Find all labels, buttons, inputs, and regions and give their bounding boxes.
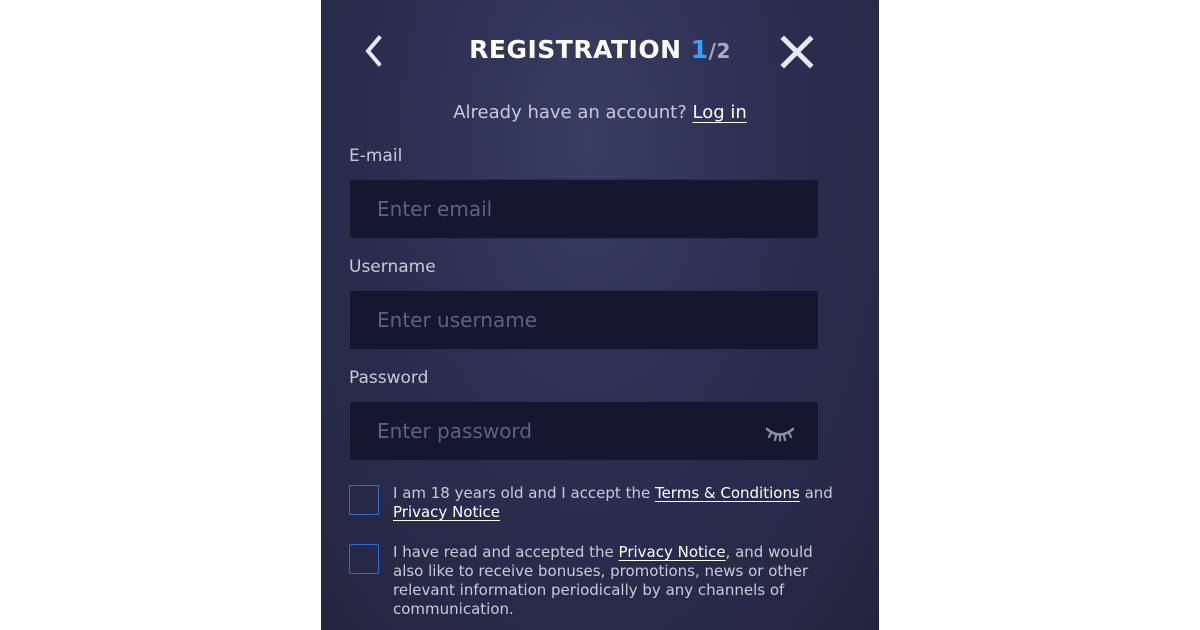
step-current: 1 bbox=[690, 35, 709, 64]
username-field-container bbox=[349, 290, 819, 350]
privacy-notice-link-2[interactable]: Privacy Notice bbox=[619, 543, 726, 561]
registration-modal: REGISTRATION 1/2 Already have an account… bbox=[321, 0, 879, 630]
username-label: Username bbox=[349, 257, 436, 277]
privacy-notice-link[interactable]: Privacy Notice bbox=[393, 503, 500, 521]
password-toggle-button[interactable] bbox=[764, 422, 796, 444]
email-label: E-mail bbox=[349, 146, 403, 166]
close-icon bbox=[780, 35, 814, 69]
age-terms-text-middle: and bbox=[804, 484, 833, 502]
password-label: Password bbox=[349, 368, 429, 388]
login-link[interactable]: Log in bbox=[693, 102, 747, 123]
title-text: REGISTRATION bbox=[469, 35, 682, 64]
page: REGISTRATION 1/2 Already have an account… bbox=[0, 0, 1200, 630]
marketing-consent-checkbox[interactable] bbox=[349, 544, 379, 574]
email-field-container bbox=[349, 179, 819, 239]
modal-header: REGISTRATION 1/2 bbox=[321, 24, 879, 80]
login-prompt-row: Already have an account? Log in bbox=[321, 100, 879, 126]
terms-conditions-link[interactable]: Terms & Conditions bbox=[655, 484, 800, 502]
marketing-text-before: I have read and accepted the bbox=[393, 543, 614, 561]
age-terms-text: I am 18 years old and I accept the Terms… bbox=[393, 484, 833, 522]
marketing-consent-text: I have read and accepted the Privacy Not… bbox=[393, 543, 833, 619]
login-prompt: Already have an account? bbox=[453, 102, 687, 123]
age-terms-text-before: I am 18 years old and I accept the bbox=[393, 484, 651, 502]
password-field-container bbox=[349, 401, 819, 461]
close-button[interactable] bbox=[779, 34, 815, 70]
password-field[interactable] bbox=[350, 402, 818, 460]
eye-closed-icon bbox=[765, 427, 795, 442]
email-field[interactable] bbox=[350, 180, 818, 238]
username-field[interactable] bbox=[350, 291, 818, 349]
age-terms-checkbox[interactable] bbox=[349, 485, 379, 515]
step-total: 2 bbox=[716, 39, 731, 63]
